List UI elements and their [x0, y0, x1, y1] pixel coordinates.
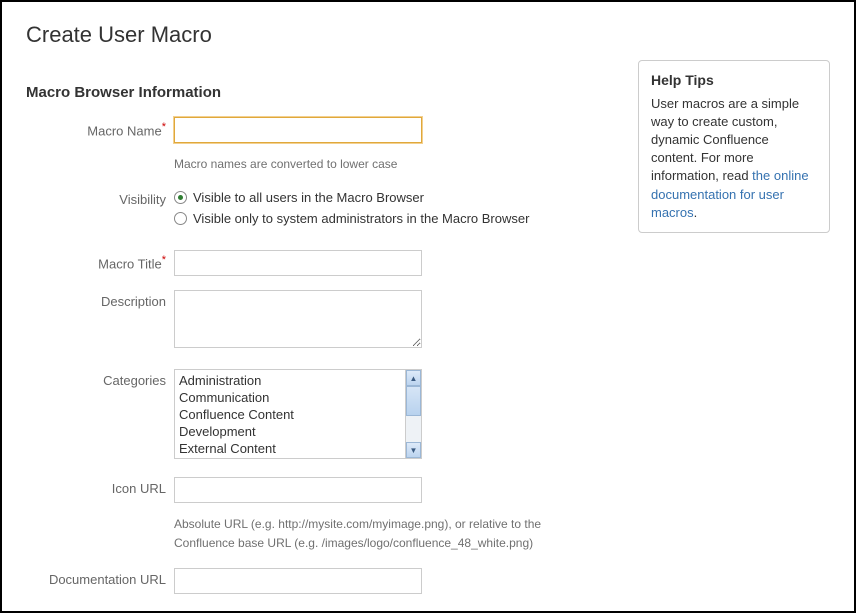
icon-url-helper: Absolute URL (e.g. http://mysite.com/myi… [174, 515, 594, 553]
visibility-option-all-label: Visible to all users in the Macro Browse… [193, 190, 424, 205]
list-item[interactable]: Communication [179, 389, 401, 406]
macro-title-label: Macro Title* [26, 250, 174, 271]
macro-name-helper: Macro names are converted to lower case [174, 155, 594, 174]
help-body: User macros are a simple way to create c… [651, 95, 817, 222]
description-textarea[interactable] [174, 290, 422, 348]
help-title: Help Tips [651, 71, 817, 91]
list-item[interactable]: Administration [179, 372, 401, 389]
required-asterisk: * [162, 121, 166, 133]
macro-title-input[interactable] [174, 250, 422, 276]
help-panel: Help Tips User macros are a simple way t… [638, 60, 830, 233]
list-item[interactable]: Development [179, 423, 401, 440]
scroll-thumb[interactable] [406, 386, 421, 416]
list-item[interactable]: External Content [179, 440, 401, 457]
documentation-url-input[interactable] [174, 568, 422, 594]
scroll-down-button[interactable]: ▼ [406, 442, 421, 458]
categories-label: Categories [26, 369, 174, 388]
visibility-label: Visibility [26, 188, 174, 207]
macro-name-label: Macro Name* [26, 117, 174, 138]
scroll-up-button[interactable]: ▲ [406, 370, 421, 386]
page-title: Create User Macro [26, 22, 830, 48]
section-heading: Macro Browser Information [26, 84, 618, 101]
form-column: Macro Browser Information Macro Name* Ma… [26, 84, 618, 602]
macro-name-input[interactable] [174, 117, 422, 143]
visibility-radio-all[interactable] [174, 191, 187, 204]
documentation-url-label: Documentation URL [26, 568, 174, 587]
icon-url-label: Icon URL [26, 477, 174, 496]
categories-scrollbar[interactable]: ▲ ▼ [405, 370, 421, 458]
icon-url-input[interactable] [174, 477, 422, 503]
scroll-track[interactable] [406, 386, 421, 442]
categories-listbox[interactable]: Administration Communication Confluence … [174, 369, 422, 459]
required-asterisk: * [162, 254, 166, 266]
description-label: Description [26, 290, 174, 309]
visibility-option-admins-label: Visible only to system administrators in… [193, 211, 529, 226]
visibility-radio-admins[interactable] [174, 212, 187, 225]
list-item[interactable]: Confluence Content [179, 406, 401, 423]
